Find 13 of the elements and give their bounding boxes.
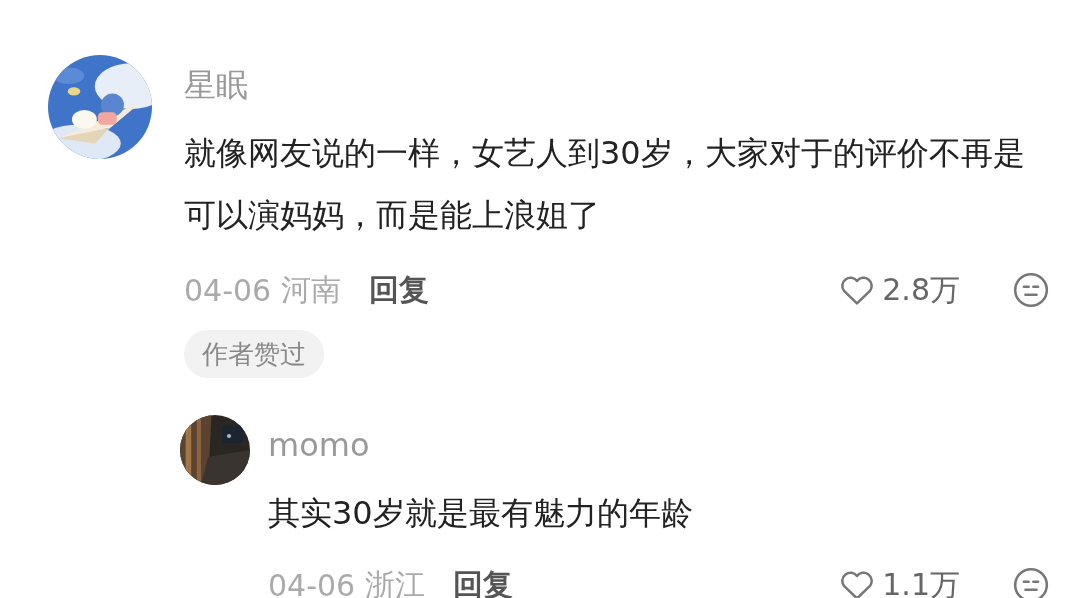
- reply-button[interactable]: 回复: [369, 269, 430, 311]
- face-icon[interactable]: [1012, 566, 1050, 598]
- like-button[interactable]: 1.1万: [838, 564, 960, 598]
- comment-text: 就像网友说的一样，女艺人到30岁，大家对于的评价不再是可以演妈妈，而是能上浪姐了: [184, 133, 1026, 236]
- comment-text: 其实30岁就是最有魅力的年龄: [268, 493, 694, 534]
- comment-date: 04-06: [268, 567, 356, 598]
- like-button[interactable]: 2.8万: [838, 269, 960, 311]
- comment-location: 河南: [281, 270, 342, 309]
- comment-date: 04-06: [184, 272, 272, 308]
- author-liked-badge: 作者赞过: [184, 330, 324, 378]
- reply-button[interactable]: 回复: [453, 564, 514, 598]
- face-icon[interactable]: [1012, 271, 1050, 309]
- comment-location: 浙江: [365, 565, 426, 598]
